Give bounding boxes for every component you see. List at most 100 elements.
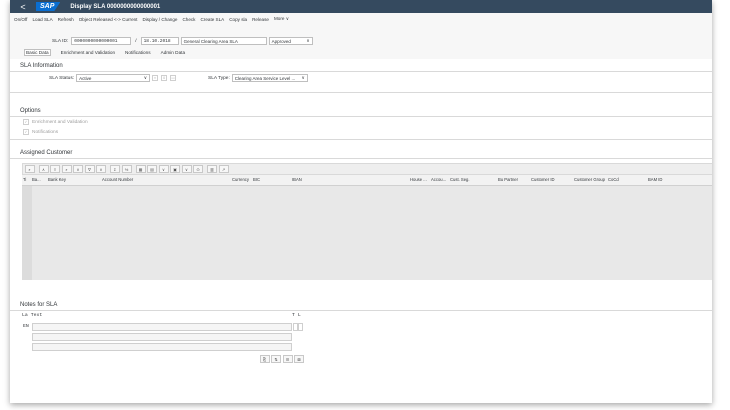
filter-icon[interactable]: ∇	[84, 165, 95, 173]
divider	[10, 92, 712, 93]
col-bank-key[interactable]: Bank Key	[48, 177, 66, 182]
delete-icon[interactable]: ▭	[170, 75, 177, 81]
enrichment-label: Enrichment and Validation	[32, 119, 88, 125]
col-customer-id[interactable]: Customer ID	[531, 177, 555, 182]
print-icon[interactable]: ▦	[135, 165, 146, 173]
sla-type-value: Clearing Area Service Level ...	[234, 75, 296, 81]
sla-status-select[interactable]: Active ∨	[76, 74, 151, 82]
sla-type-label: SLA Type:	[208, 75, 230, 81]
find-icon[interactable]: ⌕	[61, 165, 72, 173]
notes-sort-icon[interactable]: ⇅	[271, 355, 281, 363]
notes-text-input[interactable]	[32, 343, 292, 351]
toolbar-object-released[interactable]: Object Released <-> Current	[79, 17, 138, 22]
notes-text-input[interactable]	[32, 323, 292, 331]
tab-enrichment-validation[interactable]: Enrichment and Validation	[61, 50, 115, 55]
toolbar-check[interactable]: Check	[182, 17, 195, 22]
col-cust-seg[interactable]: Cust. Seg.	[450, 177, 470, 182]
grid-toolbar: ⌕ ∧ ≡ ⌕ ∨ ∇ ∨ Σ % ▦ ▤ ∨ ▣ ∨ ⊙ ▥ ↗	[22, 163, 712, 175]
toolbar-create-sla[interactable]: Create SLA	[200, 17, 224, 22]
tab-admin-data[interactable]: Admin Data	[161, 50, 186, 55]
app-title: Display SLA 0000000000000001	[70, 3, 161, 10]
date-field[interactable]: 18.10.2018	[140, 37, 179, 45]
tab-basic-data[interactable]: Basic Data	[24, 49, 51, 56]
notes-delete-icon[interactable]: ⊠	[294, 355, 304, 363]
approval-status-value: Approved	[271, 38, 291, 44]
toolbar-load-sla[interactable]: Load SLA	[32, 17, 52, 22]
col-bu-partner[interactable]: Bu Partner	[498, 177, 518, 182]
sla-type-select[interactable]: Clearing Area Service Level ... ∨	[231, 74, 308, 82]
col-cocd[interactable]: CoCd	[608, 177, 619, 182]
sla-status-value: Active	[79, 75, 92, 81]
details-icon[interactable]: ⌕	[24, 165, 35, 173]
clear-icon[interactable]: ×	[152, 75, 159, 81]
divider	[10, 310, 712, 311]
sla-id-field[interactable]: 0000000000000001	[71, 37, 132, 45]
col-bic[interactable]: BIC	[253, 177, 260, 182]
notes-list-icon[interactable]: ☰	[282, 355, 293, 363]
grid-header: Ti Ba... Bank Key Account Number Currenc…	[22, 175, 712, 186]
toolbar-copy-sla[interactable]: Copy sla	[229, 17, 247, 22]
subtotal-icon[interactable]: %	[121, 165, 132, 173]
col-account-number[interactable]: Account Number	[102, 177, 133, 182]
notes-col-t: T	[292, 313, 295, 318]
sap-logo: SAP	[36, 2, 61, 11]
assigned-customer-title: Assigned Customer	[20, 150, 73, 156]
find-next-icon[interactable]: ∨	[73, 165, 83, 173]
notifications-checkbox[interactable]: ✓	[23, 129, 29, 135]
layout-dropdown-icon[interactable]: ∨	[181, 165, 192, 173]
notes-col-l: L	[297, 313, 301, 318]
toolbar-on-off[interactable]: On/Off	[14, 17, 27, 22]
col-currency[interactable]: Currency	[232, 177, 249, 182]
sum-icon[interactable]: Σ	[110, 165, 120, 173]
tab-notifications[interactable]: Notifications	[125, 50, 151, 55]
sla-status-label: SLA Status:	[49, 75, 75, 81]
notifications-label: Notifications	[32, 129, 59, 135]
approval-status-select[interactable]: Approved ∨	[268, 37, 313, 45]
filter-dropdown-icon[interactable]: ∨	[96, 165, 106, 173]
separator: /	[135, 38, 137, 44]
open-external-icon[interactable]: ↗	[218, 165, 229, 173]
col-customer-group[interactable]: Customer Group	[574, 177, 605, 182]
col-bam-id[interactable]: BAM ID	[648, 177, 662, 182]
enrichment-checkbox[interactable]: ✓	[23, 119, 29, 125]
export-dropdown-icon[interactable]: ∨	[158, 165, 169, 173]
notes-language: EN	[23, 324, 29, 329]
grid-body[interactable]	[22, 186, 712, 280]
chevron-down-icon: ∨	[306, 38, 310, 43]
notes-l-checkbox[interactable]	[298, 323, 303, 331]
notes-title: Notes for SLA	[20, 302, 58, 308]
export-icon[interactable]: ▤	[147, 165, 157, 173]
chevron-down-icon: ∨	[301, 75, 305, 80]
divider	[10, 71, 712, 72]
toolbar-display-change[interactable]: Display / Change	[142, 17, 177, 22]
chevron-down-icon: ∨	[143, 75, 148, 80]
row-selector-column[interactable]	[22, 186, 32, 280]
sla-information-title: SLA Information	[20, 63, 63, 69]
col-iban[interactable]: IBAN	[292, 177, 302, 182]
sla-name-field[interactable]: General Clearing Area SLA	[180, 37, 267, 45]
col-account[interactable]: Accou...	[431, 177, 446, 182]
notes-col-text: Text	[30, 313, 43, 318]
options-title: Options	[20, 108, 41, 114]
object-header: SLA ID: 0000000000000001 / 18.10.2018 Ge…	[10, 25, 712, 59]
graphic-icon[interactable]: ⊙	[193, 165, 203, 173]
col-ti[interactable]: Ti	[23, 177, 26, 182]
layout-icon[interactable]: ▣	[170, 165, 180, 173]
info-icon[interactable]: ▥	[207, 165, 217, 173]
toolbar-refresh[interactable]: Refresh	[58, 17, 74, 22]
divider	[10, 116, 712, 117]
sap-window: < SAP Display SLA 0000000000000001 On/Of…	[10, 0, 712, 403]
col-house[interactable]: House ...	[410, 177, 427, 182]
toolbar-release[interactable]: Release	[252, 17, 269, 22]
notes-insert-icon[interactable]: ⎘	[259, 355, 270, 363]
notes-col-language: La	[22, 313, 28, 318]
sort-descending-icon[interactable]: ≡	[50, 165, 60, 173]
sla-id-label: SLA ID:	[52, 38, 69, 44]
col-ba[interactable]: Ba...	[32, 177, 41, 182]
toolbar-more[interactable]: More ∨	[274, 16, 289, 22]
copy-icon[interactable]: ⇕	[161, 75, 168, 81]
back-icon[interactable]: <	[16, 2, 30, 12]
shell-bar: < SAP Display SLA 0000000000000001	[10, 0, 712, 13]
sort-ascending-icon[interactable]: ∧	[38, 165, 49, 173]
notes-text-input[interactable]	[32, 333, 292, 341]
